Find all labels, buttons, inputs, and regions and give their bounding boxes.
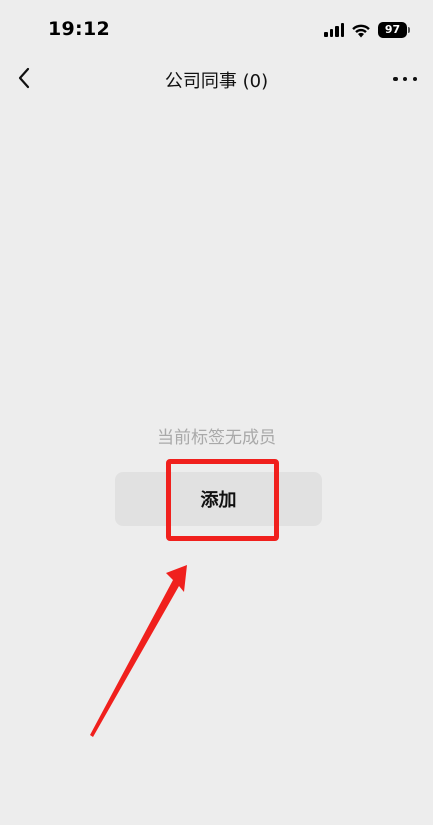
screen: 19:12 97 公司同事 (0) 当前标签无成员 添加 [0, 0, 433, 825]
battery-level: 97 [384, 23, 401, 36]
status-bar: 19:12 97 [0, 0, 433, 56]
status-icons: 97 [324, 20, 410, 40]
page-title: 公司同事 (0) [164, 71, 269, 92]
battery-icon: 97 [378, 22, 410, 38]
status-time: 19:12 [48, 18, 110, 40]
add-button[interactable]: 添加 [115, 472, 322, 526]
cellular-signal-icon [324, 23, 344, 37]
empty-state-message: 当前标签无成员 [157, 428, 276, 448]
red-arrow-icon [90, 565, 187, 737]
more-dots-icon[interactable] [393, 69, 417, 89]
wifi-icon [352, 24, 370, 37]
nav-bar: 公司同事 (0) [0, 56, 433, 102]
